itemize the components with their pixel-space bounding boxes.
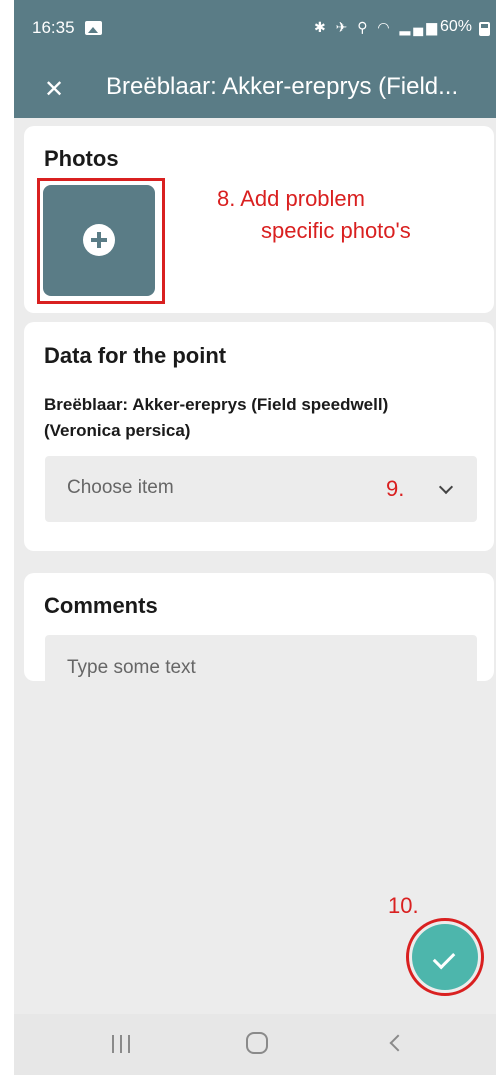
recents-button[interactable] bbox=[111, 1034, 131, 1054]
system-nav-bar bbox=[14, 1014, 496, 1075]
close-button[interactable]: ✕ bbox=[34, 70, 74, 110]
battery-icon bbox=[479, 22, 490, 36]
image-notification-icon bbox=[85, 21, 102, 35]
annotation-step-9: 9. bbox=[386, 476, 405, 501]
point-name-label: Breëblaar: Akker-ereprys (Field speedwel… bbox=[44, 395, 389, 440]
annotation-step-8: 8. Add problem bbox=[217, 186, 365, 211]
check-icon bbox=[432, 946, 456, 970]
recents-icon-bar bbox=[112, 1035, 114, 1053]
comments-card: Comments bbox=[24, 573, 494, 701]
choose-item-select[interactable]: Choose item 9. bbox=[45, 456, 477, 522]
recents-icon-bar bbox=[120, 1035, 122, 1053]
home-button[interactable] bbox=[246, 1032, 268, 1054]
battery-percentage: 60% bbox=[439, 18, 472, 35]
comments-input[interactable] bbox=[45, 635, 477, 701]
status-bar: 16:35 ✱ ✈ ⚲ ◠ ▂▄▆ 60% bbox=[14, 0, 496, 60]
photos-title: Photos bbox=[44, 146, 119, 171]
photos-card: Photos 8. Add problem specific photo's bbox=[24, 126, 494, 313]
recents-icon-bar bbox=[128, 1035, 130, 1053]
comments-field-wrapper bbox=[24, 605, 494, 701]
data-point-card: Data for the point Breëblaar: Akker-erep… bbox=[24, 322, 494, 551]
plus-icon bbox=[83, 224, 115, 256]
app-bar: ✕ Breëblaar: Akker-ereprys (Field... bbox=[14, 60, 496, 118]
status-time: 16:35 bbox=[32, 18, 75, 37]
annotation-step-10: 10. bbox=[388, 893, 419, 918]
back-button[interactable] bbox=[389, 1034, 407, 1052]
annotation-step-8-line2: specific photo's bbox=[261, 218, 411, 243]
submit-button[interactable] bbox=[412, 924, 478, 990]
chevron-down-icon bbox=[438, 479, 454, 495]
data-point-title: Data for the point bbox=[44, 343, 227, 368]
phone-screen: 16:35 ✱ ✈ ⚲ ◠ ▂▄▆ 60% ✕ Breëblaar: Akker… bbox=[14, 0, 496, 1075]
page-title: Breëblaar: Akker-ereprys (Field... bbox=[106, 73, 459, 100]
add-photo-button[interactable] bbox=[43, 185, 155, 296]
status-icons: ✱ ✈ ⚲ ◠ ▂▄▆ bbox=[314, 19, 440, 35]
close-icon: ✕ bbox=[43, 76, 65, 103]
choose-item-placeholder: Choose item bbox=[67, 477, 174, 498]
